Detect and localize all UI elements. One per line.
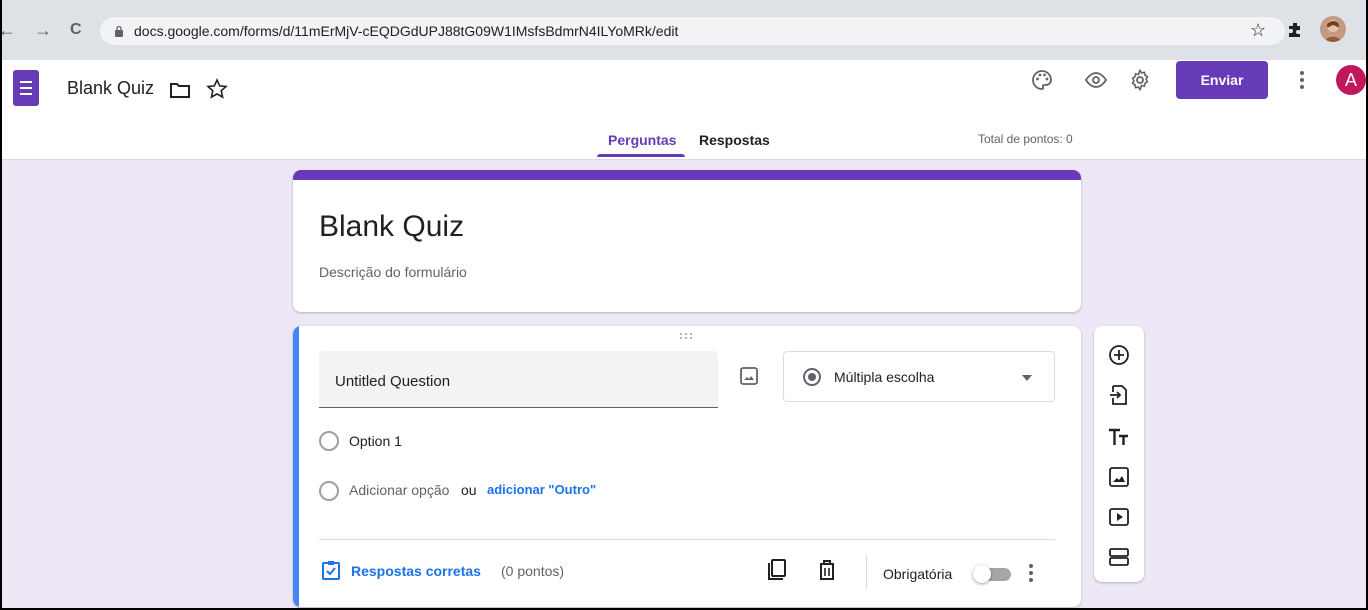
delete-icon[interactable] (817, 559, 837, 581)
import-questions-icon[interactable] (1107, 383, 1131, 407)
browser-chrome: ← → C docs.google.com/forms/d/11mErMjV-c… (0, 0, 1368, 60)
preview-eye-icon[interactable] (1084, 68, 1108, 92)
active-tab-indicator (597, 154, 685, 157)
address-bar[interactable]: docs.google.com/forms/d/11mErMjV-cEQDGdU… (100, 17, 1285, 45)
question-title-input[interactable]: Untitled Question (319, 351, 718, 408)
url-text: docs.google.com/forms/d/11mErMjV-cEQDGdU… (134, 23, 679, 39)
lock-icon (115, 25, 123, 37)
more-vert-icon[interactable] (1292, 68, 1312, 92)
add-image-toolbar-icon[interactable] (1107, 465, 1131, 489)
add-option-link[interactable]: Adicionar opção (349, 482, 449, 498)
question-type-dropdown[interactable]: Múltipla escolha (783, 351, 1055, 402)
app-header: Blank Quiz Enviar A Perguntas Respostas … (0, 60, 1368, 160)
question-title-text: Untitled Question (335, 373, 451, 390)
document-title[interactable]: Blank Quiz (67, 78, 154, 99)
user-avatar[interactable]: A (1336, 65, 1366, 95)
forward-button[interactable]: → (34, 20, 52, 40)
toggle-thumb (973, 565, 991, 583)
back-button[interactable]: ← (0, 20, 16, 40)
extensions-icon[interactable] (1286, 20, 1306, 40)
total-points: Total de pontos: 0 (978, 132, 1073, 146)
required-toggle[interactable] (973, 565, 1013, 583)
title-card-accent (293, 170, 1081, 180)
caret-down-icon (1022, 375, 1032, 381)
question-focus-bar (293, 326, 299, 607)
add-other-link[interactable]: adicionar "Outro" (487, 482, 596, 497)
forms-logo-icon[interactable] (13, 70, 39, 106)
reload-button[interactable]: C (70, 20, 82, 40)
add-question-icon[interactable] (1107, 343, 1131, 367)
footer-separator (866, 554, 867, 590)
points-value: (0 pontos) (501, 563, 565, 579)
floating-toolbar (1094, 326, 1144, 582)
question-type-label: Múltipla escolha (834, 369, 935, 385)
answer-key-icon[interactable] (321, 560, 341, 580)
star-icon[interactable] (205, 77, 229, 101)
required-label: Obrigatória (883, 566, 953, 582)
or-text: ou (461, 482, 477, 498)
add-section-icon[interactable] (1107, 545, 1131, 569)
drag-handle-icon[interactable] (678, 332, 694, 340)
bookmark-star-icon[interactable]: ☆ (1250, 19, 1266, 41)
add-video-icon[interactable] (1107, 505, 1131, 529)
folder-icon[interactable] (168, 78, 192, 102)
answer-key-link[interactable]: Respostas corretas (351, 563, 481, 579)
add-option-radio (319, 481, 339, 501)
profile-avatar[interactable] (1320, 16, 1346, 42)
form-editor: Blank Quiz Descrição do formulário Untit… (0, 160, 1368, 610)
add-title-icon[interactable] (1107, 425, 1131, 449)
tab-responses[interactable]: Respostas (699, 132, 770, 148)
send-button[interactable]: Enviar (1176, 61, 1268, 99)
form-title-card[interactable]: Blank Quiz Descrição do formulário (293, 170, 1081, 312)
question-card[interactable]: Untitled Question Múltipla escolha Optio… (293, 326, 1081, 607)
tab-questions[interactable]: Perguntas (608, 132, 676, 148)
radio-checked-icon (803, 368, 821, 386)
question-more-icon[interactable] (1027, 562, 1035, 584)
palette-icon[interactable] (1030, 68, 1054, 92)
form-title[interactable]: Blank Quiz (319, 210, 464, 244)
option-text[interactable]: Option 1 (349, 433, 402, 449)
option-radio (319, 431, 339, 451)
add-image-icon[interactable] (739, 366, 759, 386)
settings-gear-icon[interactable] (1128, 68, 1152, 92)
footer-divider (319, 539, 1055, 540)
form-description[interactable]: Descrição do formulário (319, 264, 467, 280)
duplicate-icon[interactable] (765, 559, 787, 581)
